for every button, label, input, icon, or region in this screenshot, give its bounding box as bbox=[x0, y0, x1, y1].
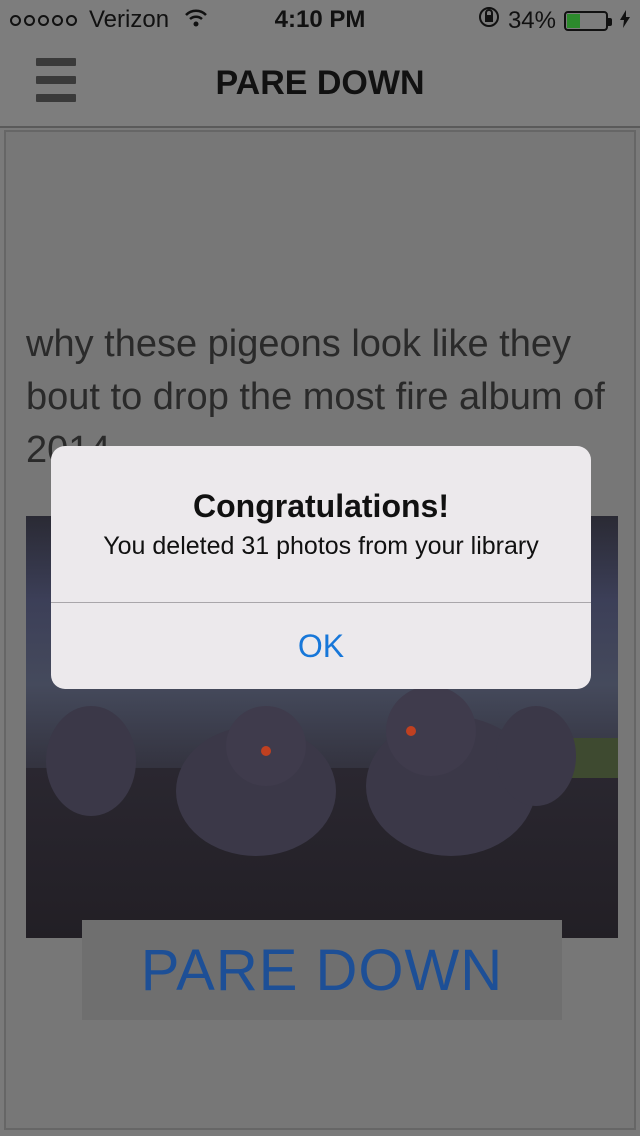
pigeon-center bbox=[176, 706, 336, 856]
charging-bolt-icon bbox=[620, 7, 630, 35]
alert-dialog: Congratulations! You deleted 31 photos f… bbox=[51, 446, 591, 689]
alert-message: You deleted 31 photos from your library bbox=[103, 532, 539, 560]
page-title: PARE DOWN bbox=[215, 64, 425, 102]
battery-percent: 34% bbox=[507, 6, 556, 34]
battery-info: 34% bbox=[478, 6, 630, 35]
pigeon-far-right bbox=[496, 706, 576, 806]
battery-fill bbox=[567, 13, 580, 28]
alert-title: Congratulations! bbox=[193, 488, 449, 524]
pigeon-left bbox=[46, 706, 136, 816]
rotation-lock-icon bbox=[478, 6, 500, 35]
status-bar: Verizon 4:10 PM 34% bbox=[0, 0, 640, 40]
nav-bar: PARE DOWN bbox=[0, 40, 640, 128]
ok-button[interactable]: OK bbox=[51, 603, 591, 689]
brand-logo-text: PARE DOWN bbox=[140, 937, 504, 1003]
battery-icon bbox=[564, 10, 612, 31]
brand-bar: PARE DOWN bbox=[82, 920, 562, 1020]
